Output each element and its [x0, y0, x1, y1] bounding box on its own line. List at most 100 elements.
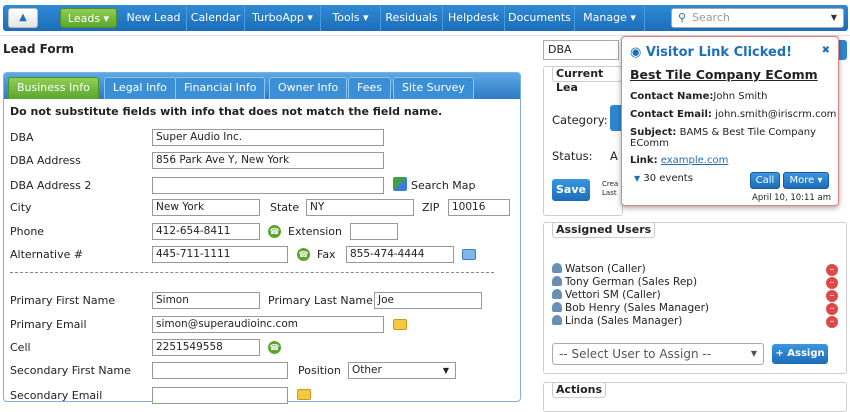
primary-email-input[interactable]: simon@superaudioinc.com: [152, 316, 384, 333]
call-button[interactable]: Call: [750, 172, 780, 189]
assigned-user-row: Linda (Sales Manager): [552, 315, 682, 327]
tab-financial-info[interactable]: Financial Info: [175, 77, 266, 99]
subject-row: Subject: BAMS & Best Tile Company EComm: [630, 127, 830, 149]
popup-company-link[interactable]: Best Tile Company EComm: [630, 67, 818, 82]
select-user-dropdown[interactable]: -- Select User to Assign -- ▼: [552, 343, 764, 365]
contact-name-value: John Smith: [713, 91, 768, 102]
secondary-first-name-label: Secondary First Name: [10, 364, 131, 377]
dba-select[interactable]: DBA: [543, 40, 619, 60]
tab-owner-info[interactable]: Owner Info: [269, 77, 348, 99]
divider: [10, 272, 494, 273]
top-navbar: ▲ Leads ▾ New Lead Calendar TurboApp ▾ T…: [0, 0, 850, 36]
nav-calendar[interactable]: Calendar: [187, 5, 245, 31]
call-phone-icon[interactable]: ☎: [268, 225, 281, 238]
page-title: Lead Form: [3, 42, 75, 56]
dba-label: DBA: [10, 131, 34, 144]
nav-residuals[interactable]: Residuals: [381, 5, 443, 31]
map-icon[interactable]: [393, 177, 407, 191]
dba-address-input[interactable]: 856 Park Ave Y, New York: [152, 152, 384, 169]
dba-address2-input[interactable]: [152, 177, 384, 194]
select-user-placeholder: -- Select User to Assign --: [559, 347, 712, 361]
city-label: City: [10, 201, 32, 214]
home-button[interactable]: ▲: [8, 8, 38, 28]
more-button[interactable]: More ▾: [783, 172, 829, 189]
actions-panel: Actions: [543, 382, 847, 412]
zip-input[interactable]: 10016: [448, 199, 510, 216]
popup-title-text: Visitor Link Clicked!: [645, 45, 793, 60]
fax-input[interactable]: 855-474-4444: [346, 246, 454, 263]
position-select[interactable]: Other ▼: [348, 362, 456, 379]
fax-label: Fax: [317, 248, 336, 261]
call-cell-icon[interactable]: ☎: [268, 341, 281, 354]
search-map-link[interactable]: Search Map: [411, 179, 476, 192]
status-value: A: [610, 149, 618, 163]
contact-name-label: Contact Name:: [630, 91, 714, 102]
nav-leads[interactable]: Leads ▾: [60, 8, 117, 28]
fax-icon[interactable]: [462, 249, 476, 260]
remove-user-icon[interactable]: –: [826, 303, 838, 315]
primary-first-name-label: Primary First Name: [10, 294, 116, 307]
home-icon: ▲: [19, 12, 27, 23]
close-icon[interactable]: ✖: [822, 45, 830, 56]
alternative-input[interactable]: 445-711-1111: [152, 246, 288, 263]
search-icon: ⚲: [678, 11, 687, 24]
nav-helpdesk[interactable]: Helpdesk: [443, 5, 505, 31]
chevron-down-icon: ▼: [830, 13, 837, 22]
visitor-notification-popup: ◉ Visitor Link Clicked! ✖ Best Tile Comp…: [621, 36, 839, 206]
nav-turboapp[interactable]: TurboApp ▾: [245, 5, 321, 31]
email-icon[interactable]: [297, 389, 311, 400]
search-input[interactable]: ⚲ Search ▼: [671, 8, 844, 28]
primary-email-label: Primary Email: [10, 318, 87, 331]
nav-manage[interactable]: Manage ▾: [575, 5, 645, 31]
user-icon: [552, 289, 562, 299]
status-label: Status:: [552, 149, 593, 163]
secondary-first-name-input[interactable]: [152, 362, 288, 379]
nav-new-lead[interactable]: New Lead: [121, 5, 187, 31]
nav-documents[interactable]: Documents: [505, 5, 575, 31]
events-toggle[interactable]: ▼ 30 events: [634, 173, 693, 184]
popup-date: April 10, 10:11 am: [752, 193, 832, 203]
category-label: Category:: [552, 113, 608, 127]
popup-title: ◉ Visitor Link Clicked!: [630, 45, 792, 60]
tab-site-survey[interactable]: Site Survey: [393, 77, 474, 99]
assign-button[interactable]: + Assign: [772, 344, 828, 364]
eye-icon: ◉: [630, 45, 642, 60]
tab-legal-info[interactable]: Legal Info: [104, 77, 176, 99]
email-icon[interactable]: [393, 319, 407, 330]
primary-last-name-input[interactable]: Joe: [374, 292, 482, 309]
caret-down-icon: ▼: [634, 174, 641, 183]
position-value: Other: [352, 364, 382, 376]
zip-label: ZIP: [422, 201, 440, 214]
dba-address-label: DBA Address: [10, 154, 81, 167]
link-value[interactable]: example.com: [661, 155, 729, 166]
nav-tools[interactable]: Tools ▾: [321, 5, 381, 31]
save-button[interactable]: Save: [552, 179, 590, 201]
contact-email-value: john.smith@iriscrm.com: [715, 109, 837, 120]
link-label: Link:: [630, 155, 658, 166]
dba-input[interactable]: Super Audio Inc.: [152, 129, 384, 146]
remove-user-icon[interactable]: –: [826, 316, 838, 328]
tab-fees[interactable]: Fees: [348, 77, 391, 99]
current-lead-title: Current Lea: [552, 66, 622, 94]
created-text: Crea: [602, 180, 619, 188]
assigned-user-row: Watson (Caller): [552, 263, 646, 275]
remove-user-icon[interactable]: –: [826, 290, 838, 302]
remove-user-icon[interactable]: –: [826, 277, 838, 289]
current-lead-panel: Current Lea Category: Status: A Save Cre…: [543, 66, 624, 216]
extension-input[interactable]: [350, 223, 398, 240]
call-alternative-icon[interactable]: ☎: [297, 248, 310, 261]
link-row: Link: example.com: [630, 155, 728, 166]
cell-input[interactable]: 2251549558: [152, 339, 260, 356]
secondary-email-input[interactable]: [152, 387, 288, 404]
remove-user-icon[interactable]: –: [826, 264, 838, 276]
user-icon: [552, 315, 562, 325]
tab-business-info[interactable]: Business Info: [8, 77, 99, 99]
assigned-user-row: Bob Henry (Sales Manager): [552, 302, 709, 314]
user-icon: [552, 302, 562, 312]
state-input[interactable]: NY: [306, 199, 414, 216]
assigned-user-row: Vettori SM (Caller): [552, 289, 661, 301]
city-input[interactable]: New York: [152, 199, 260, 216]
subject-label: Subject:: [630, 127, 677, 138]
primary-first-name-input[interactable]: Simon: [152, 292, 260, 309]
phone-input[interactable]: 412-654-8411: [152, 223, 260, 240]
